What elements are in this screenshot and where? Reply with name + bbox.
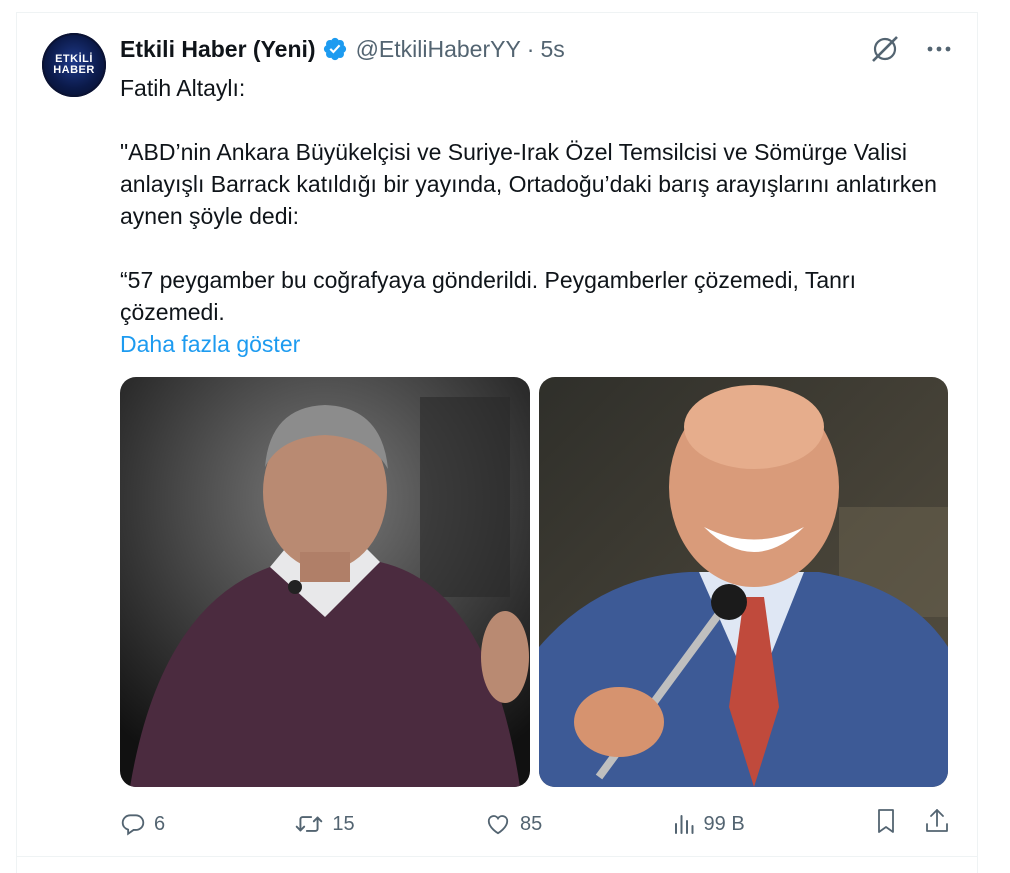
author-name[interactable]: Etkili Haber (Yeni) bbox=[120, 36, 316, 63]
avatar-line2: HABER bbox=[53, 64, 95, 76]
repost-count: 15 bbox=[332, 812, 355, 835]
paragraph-2: "ABD’nin Ankara Büyükelçisi ve Suriye-Ir… bbox=[120, 139, 937, 229]
paragraph-1: Fatih Altaylı: bbox=[120, 75, 246, 101]
timestamp[interactable]: 5s bbox=[540, 36, 564, 63]
reply-button[interactable]: 6 bbox=[120, 811, 165, 837]
repost-icon bbox=[296, 816, 323, 832]
more-options-icon[interactable] bbox=[926, 34, 952, 64]
secondary-actions bbox=[874, 807, 950, 841]
reply-icon bbox=[121, 814, 145, 836]
tweet-header: Etkili Haber (Yeni) @EtkiliHaberYY · 5s bbox=[120, 34, 565, 64]
photo-left[interactable] bbox=[120, 377, 530, 787]
show-more-link[interactable]: Daha fazla göster bbox=[120, 328, 950, 360]
repost-button[interactable]: 15 bbox=[294, 811, 355, 837]
reply-count: 6 bbox=[154, 812, 166, 835]
views-button[interactable]: 99 B bbox=[672, 811, 745, 837]
divider bbox=[16, 856, 977, 857]
header-actions bbox=[870, 34, 952, 64]
avatar[interactable]: ETKİLİ HABER bbox=[42, 33, 106, 97]
media-grid bbox=[120, 377, 948, 787]
share-icon[interactable] bbox=[924, 807, 950, 841]
separator-dot: · bbox=[526, 35, 535, 62]
like-count: 85 bbox=[519, 812, 543, 835]
paragraph-3: “57 peygamber bu coğrafyaya gönderildi. … bbox=[120, 267, 856, 325]
author-handle[interactable]: @EtkiliHaberYY bbox=[356, 36, 521, 63]
bookmark-icon[interactable] bbox=[874, 807, 898, 841]
like-icon bbox=[487, 815, 509, 835]
photo-right[interactable] bbox=[538, 377, 949, 787]
grok-icon[interactable] bbox=[870, 34, 900, 64]
views-count: 99 B bbox=[703, 812, 745, 835]
tweet-text: Fatih Altaylı: "ABD’nin Ankara Büyükelçi… bbox=[120, 72, 950, 360]
views-icon bbox=[674, 815, 694, 834]
like-button[interactable]: 85 bbox=[484, 811, 542, 837]
tweet-actions: 6 15 85 99 B bbox=[120, 806, 950, 842]
verified-badge-icon[interactable] bbox=[322, 36, 348, 62]
